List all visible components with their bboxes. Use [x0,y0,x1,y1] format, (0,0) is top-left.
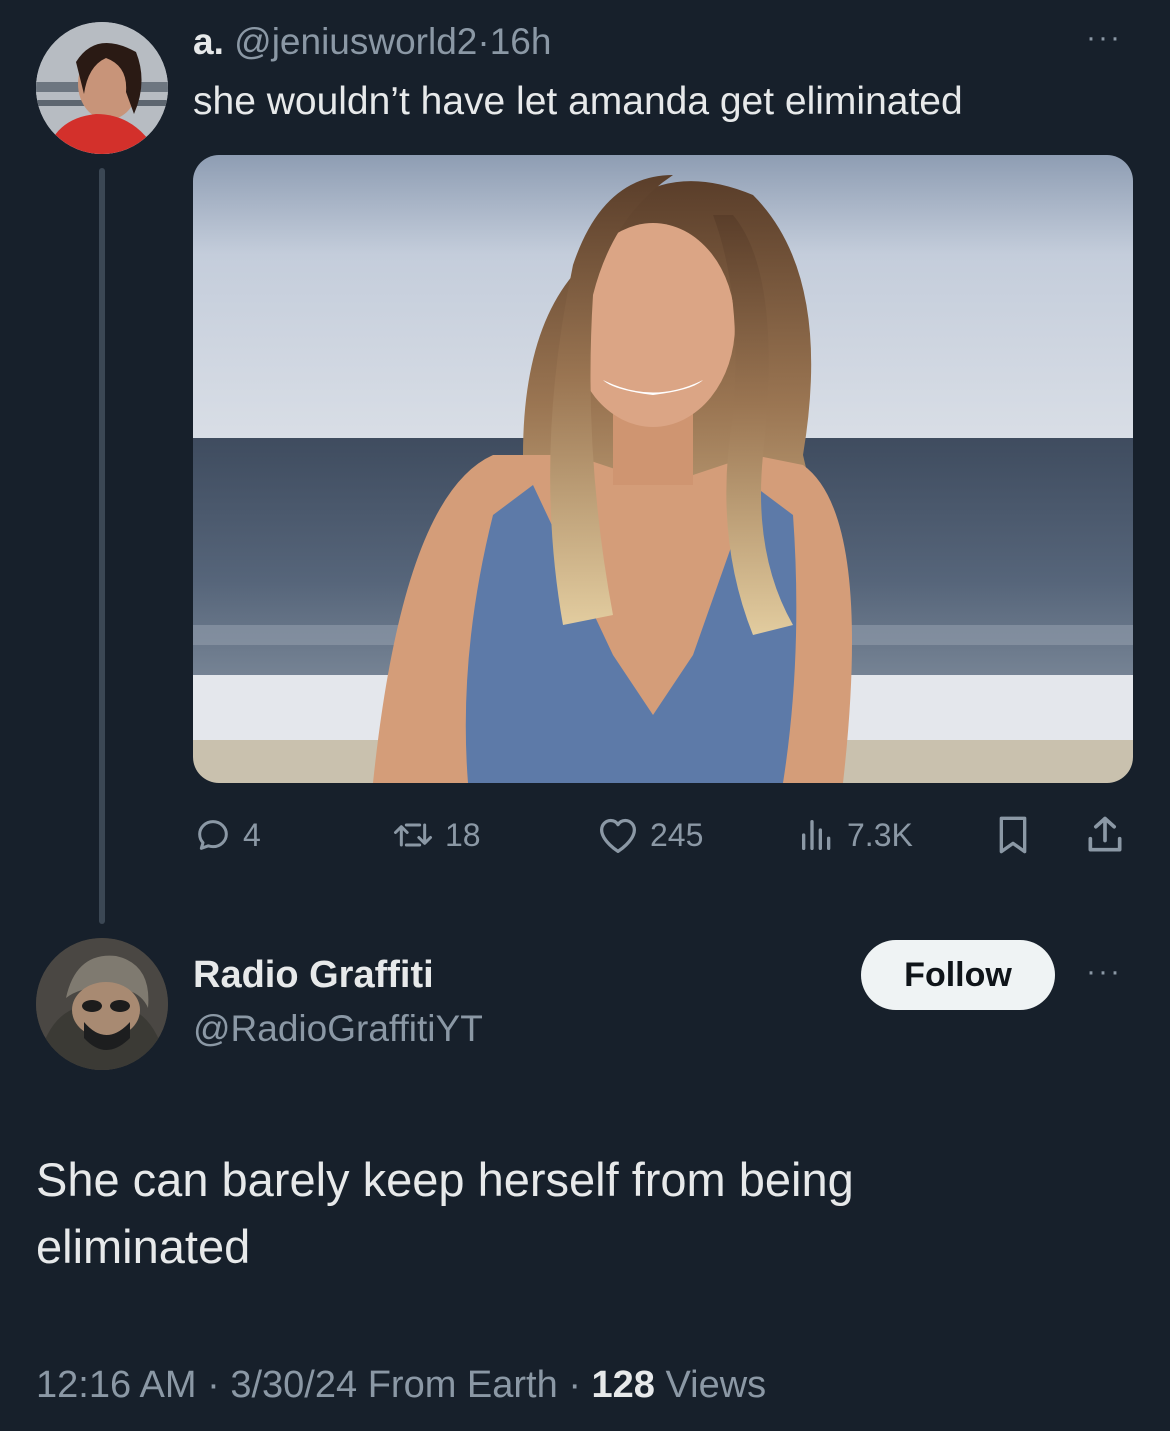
reply-button[interactable]: 4 [193,805,261,865]
view-count: 7.3K [847,816,913,853]
bookmark-icon [999,816,1027,854]
tweet-thread-view: a. @jeniusworld2·16h ··· she wouldn’t ha… [0,0,1170,1431]
reply-count: 4 [243,816,261,853]
timestamp[interactable]: 16h [490,21,552,62]
like-count: 245 [650,816,704,853]
views-count: 128 [591,1364,655,1406]
timestamp-time[interactable]: 12:16 AM [36,1364,197,1406]
timestamp-date[interactable]: 3/30/24 [230,1364,357,1406]
views-button[interactable]: 7.3K [797,805,913,865]
views-label: Views [665,1364,767,1406]
tweet-source: From Earth [367,1364,558,1406]
meta-separator: · [477,21,490,62]
display-name[interactable]: Radio Graffiti [193,952,434,998]
retweet-count: 18 [445,816,481,853]
tweet-header: a. @jeniusworld2·16h [193,20,551,64]
media-photo [193,155,1133,783]
bookmark-button[interactable] [993,805,1033,865]
display-name[interactable]: a. [193,21,224,62]
avatar-image [36,938,168,1070]
follow-button[interactable]: Follow [861,940,1055,1010]
tweet-media-image[interactable] [193,155,1133,783]
avatar[interactable] [36,938,168,1070]
more-options-icon[interactable]: ··· [1086,957,1132,987]
handle[interactable]: @jeniusworld2 [234,21,477,62]
heart-icon [600,818,636,853]
tweet-text: She can barely keep herself from being e… [36,1153,854,1273]
tweet-meta: 12:16 AM · 3/30/24 From Earth · 128 View… [36,1360,766,1410]
retweet-icon [394,823,432,847]
analytics-icon [802,820,831,850]
more-options-icon[interactable]: ··· [1086,23,1132,53]
reply-icon [198,820,228,850]
like-button[interactable]: 245 [596,805,703,865]
thread-connector-line [99,168,105,924]
share-button[interactable] [1083,805,1127,865]
action-bar: 4 18 245 7.3K [193,805,1133,865]
handle[interactable]: @RadioGraffitiYT [193,1006,483,1052]
meta-separator: · [207,1364,220,1406]
avatar[interactable] [36,22,168,154]
share-icon [1088,816,1122,852]
meta-separator: · [568,1364,581,1406]
tweet-text: she wouldn’t have let amanda get elimina… [193,80,963,123]
avatar-image [36,22,168,154]
retweet-button[interactable]: 18 [391,805,481,865]
